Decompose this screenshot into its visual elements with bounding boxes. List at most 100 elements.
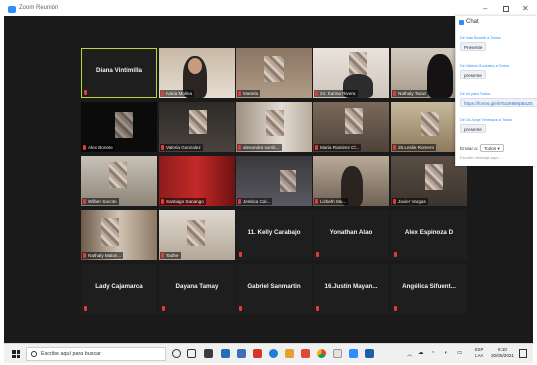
task-view-icon[interactable] bbox=[187, 349, 196, 358]
chrome-icon[interactable] bbox=[317, 349, 326, 358]
store-icon[interactable] bbox=[204, 349, 213, 358]
participant-name: 25.Leslie Romero bbox=[398, 145, 435, 150]
edge-icon[interactable] bbox=[269, 349, 278, 358]
participant-tile[interactable]: 16.Justin Mayan... bbox=[313, 264, 389, 314]
participant-label: Javier Vargas bbox=[392, 198, 428, 205]
system-clock[interactable]: 8:10 20/05/2021 bbox=[491, 347, 514, 359]
onedrive-icon[interactable]: ☁ bbox=[418, 350, 424, 356]
send-to-dropdown[interactable]: Todos ▾ bbox=[480, 144, 504, 152]
mail-icon[interactable] bbox=[221, 349, 230, 358]
show-hidden-icons-icon[interactable]: ︿ bbox=[407, 350, 413, 358]
chat-message-text: presente bbox=[460, 70, 486, 79]
participant-label: 24. Karina Rivera bbox=[314, 90, 358, 97]
participant-silhouette bbox=[427, 54, 453, 98]
participant-label: Wilber Sacoto bbox=[82, 198, 119, 205]
maximize-button[interactable] bbox=[503, 6, 509, 12]
word-icon[interactable] bbox=[237, 349, 246, 358]
cortana-icon[interactable] bbox=[172, 349, 181, 358]
powerpoint-icon[interactable] bbox=[253, 349, 262, 358]
participant-tile[interactable]: Ivana Molina bbox=[159, 48, 235, 98]
participant-label: Mariela bbox=[237, 90, 261, 97]
muted-mic-icon bbox=[84, 90, 87, 95]
muted-mic-icon bbox=[161, 145, 164, 150]
participant-tile[interactable]: Maria Ramirez Cl... bbox=[313, 102, 389, 152]
participant-tile[interactable]: Wilber Sacoto bbox=[81, 156, 157, 206]
participant-tile[interactable]: Alex Bonete bbox=[81, 102, 157, 152]
muted-mic-icon bbox=[83, 199, 86, 204]
muted-mic-icon bbox=[238, 199, 241, 204]
chat-message-link[interactable]: https://forms.gle/bTiaz89iMpBoZ5 bbox=[460, 98, 537, 107]
participant-name: Santiago Sanango bbox=[166, 199, 204, 204]
zoom-taskbar-icon[interactable] bbox=[349, 349, 358, 358]
participant-tile[interactable]: Lizbeth Mu... bbox=[313, 156, 389, 206]
blurred-face bbox=[115, 112, 133, 138]
participant-name: Ivana Molina bbox=[166, 91, 193, 96]
participant-tile[interactable]: Angélica Sifuent... bbox=[391, 264, 467, 314]
participant-name: Javier Vargas bbox=[398, 199, 426, 204]
muted-mic-icon bbox=[161, 253, 164, 258]
muted-mic-icon bbox=[238, 91, 241, 96]
participant-tile[interactable]: Jessica Cal... bbox=[236, 156, 312, 206]
participant-tile[interactable]: Nathaly Malan... bbox=[81, 210, 157, 260]
participant-tile[interactable]: Lady Cajamarca bbox=[81, 264, 157, 314]
muted-mic-icon bbox=[316, 306, 319, 311]
participant-label: 25.Leslie Romero bbox=[392, 144, 437, 151]
participant-label: Jessica Cal... bbox=[237, 198, 273, 205]
participant-tile[interactable]: Valeria Gonzalez bbox=[159, 102, 235, 152]
blurred-face bbox=[421, 112, 439, 136]
participant-tile[interactable]: 24. Karina Rivera bbox=[313, 48, 389, 98]
muted-mic-icon bbox=[239, 252, 242, 257]
participant-label: Nathaly Tacur bbox=[392, 90, 429, 97]
zoom-icon bbox=[8, 6, 16, 13]
participant-face bbox=[188, 58, 202, 74]
participant-tile[interactable]: 11. Kelly Carabajo bbox=[236, 210, 312, 260]
participant-label: Tadhe bbox=[160, 252, 181, 259]
participant-tile[interactable]: Mariela bbox=[236, 48, 312, 98]
participant-name: Yonathan Alao bbox=[329, 229, 373, 236]
chat-panel: Chat De Ivan Bonete a Todos: Presente De… bbox=[455, 16, 537, 166]
muted-mic-icon bbox=[84, 306, 87, 311]
participant-name: Dayana Tamay bbox=[175, 283, 219, 290]
file-explorer-icon[interactable] bbox=[285, 349, 294, 358]
chat-icon bbox=[459, 20, 464, 25]
muted-mic-icon bbox=[238, 145, 241, 150]
muted-mic-icon bbox=[394, 306, 397, 311]
language-indicator[interactable]: ESP LAA bbox=[475, 347, 483, 359]
app-icon[interactable] bbox=[301, 349, 310, 358]
blurred-face bbox=[264, 56, 284, 82]
participant-name: Mariela bbox=[243, 91, 259, 96]
gallery-view: Diana Vintimilla Ivana Molina Mariela 24… bbox=[4, 16, 533, 343]
participant-tile[interactable]: Dayana Tamay bbox=[159, 264, 235, 314]
app-icon[interactable] bbox=[333, 349, 342, 358]
participant-tile-active[interactable]: Diana Vintimilla bbox=[81, 48, 157, 98]
windows-start-icon[interactable] bbox=[12, 350, 20, 358]
wifi-icon[interactable]: ◔ bbox=[431, 350, 434, 356]
muted-mic-icon bbox=[393, 91, 396, 96]
participant-name: Maria Ramirez Cl... bbox=[320, 145, 360, 150]
blurred-face bbox=[280, 170, 296, 192]
participant-tile[interactable]: Santiago Sanango bbox=[159, 156, 235, 206]
participant-tile[interactable]: alexandra sumb... bbox=[236, 102, 312, 152]
minimize-button[interactable]: – bbox=[483, 4, 487, 13]
muted-mic-icon bbox=[315, 145, 318, 150]
participant-tile[interactable]: Gabriel Sanmartin bbox=[236, 264, 312, 314]
taskbar-search-box[interactable]: Escribe aquí para buscar bbox=[26, 347, 166, 361]
chat-message-sender: De mí para Todos: bbox=[460, 92, 491, 96]
participant-label: Ivana Molina bbox=[160, 90, 195, 97]
chat-message-input[interactable]: Escribir mensaje aquí... bbox=[460, 155, 502, 160]
participant-tile[interactable]: Alex Espinoza D bbox=[391, 210, 467, 260]
participant-label: Santiago Sanango bbox=[160, 198, 206, 205]
volume-icon[interactable]: ◖ bbox=[444, 350, 447, 356]
participant-tile[interactable]: Tadhe bbox=[159, 210, 235, 260]
muted-mic-icon bbox=[393, 145, 396, 150]
notifications-icon[interactable] bbox=[519, 349, 527, 358]
battery-icon[interactable]: ▭ bbox=[457, 350, 462, 356]
title-bar: Zoom Reunión – ✕ bbox=[4, 3, 533, 16]
outlook-icon[interactable] bbox=[365, 349, 374, 358]
blurred-face bbox=[425, 164, 443, 190]
participant-name: Diana Vintimilla bbox=[96, 67, 142, 74]
participant-tile[interactable]: Yonathan Alao bbox=[313, 210, 389, 260]
participant-name: Alex Espinoza D bbox=[404, 229, 454, 236]
close-button[interactable]: ✕ bbox=[522, 4, 529, 13]
chat-message-text: Presente bbox=[460, 42, 487, 51]
